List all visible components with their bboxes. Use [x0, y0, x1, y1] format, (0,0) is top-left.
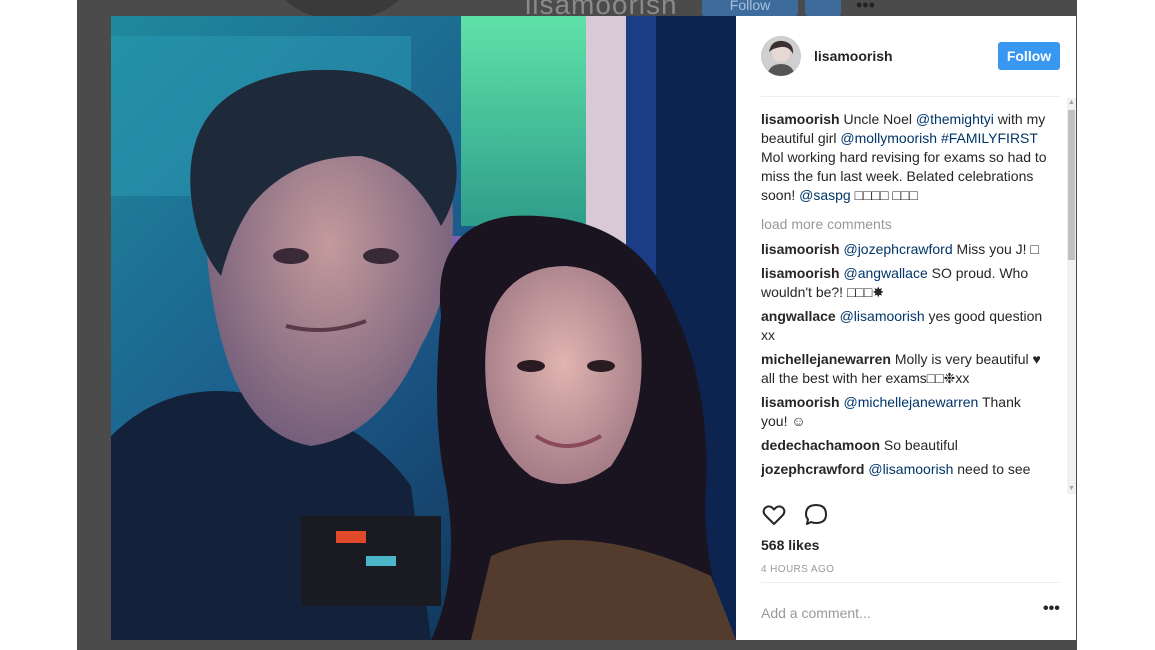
comments-list[interactable]: lisamoorish Uncle Noel @themightyi with …	[761, 110, 1049, 494]
mention-link[interactable]: @lisamoorish	[840, 308, 925, 324]
comment-username[interactable]: dedechachamoon	[761, 437, 880, 453]
background-follow-button: Follow	[702, 0, 798, 16]
photo-image	[111, 16, 736, 640]
load-more-comments-link[interactable]: load more comments	[761, 215, 1049, 234]
comment-item: dedechachamoon So beautiful	[761, 436, 1049, 455]
more-options-icon[interactable]: •••	[1043, 600, 1060, 618]
comment-username[interactable]: jozephcrawford	[761, 461, 864, 477]
comment-item: lisamoorish @angwallace SO proud. Who wo…	[761, 264, 1049, 302]
likes-count[interactable]: 568 likes	[761, 537, 819, 553]
background-username: lisamoorish	[525, 0, 678, 16]
comment-text: So beautiful	[880, 437, 958, 453]
post-username[interactable]: lisamoorish	[814, 48, 893, 64]
background-more-icon: •••	[856, 0, 875, 15]
comment-text: □□□□ □□□	[850, 187, 918, 203]
comment-item: angwallace @lisamoorish yes good questio…	[761, 307, 1049, 345]
mention-link[interactable]: @themightyi	[916, 111, 994, 127]
follow-button[interactable]: Follow	[998, 42, 1060, 70]
comment-username[interactable]: michellejanewarren	[761, 351, 891, 367]
comment-item: lisamoorish @jozephcrawford Miss you J! …	[761, 240, 1049, 259]
mention-link[interactable]: @angwallace	[843, 265, 927, 281]
comment-text: Miss you J! □	[952, 241, 1039, 257]
like-heart-icon[interactable]	[761, 502, 789, 530]
comment-text: Uncle Noel	[839, 111, 916, 127]
mention-link[interactable]: @saspg	[799, 187, 851, 203]
mention-link[interactable]: @mollymoorish	[840, 130, 937, 146]
mention-link[interactable]: #FAMILYFIRST	[941, 130, 1038, 146]
post-photo[interactable]	[111, 16, 736, 640]
header-divider	[761, 96, 1060, 97]
post-actions	[761, 502, 1060, 532]
comment-divider	[761, 582, 1060, 583]
scroll-up-arrow-icon[interactable]: ▲	[1067, 98, 1076, 108]
comment-username[interactable]: angwallace	[761, 308, 836, 324]
comment-username[interactable]: lisamoorish	[761, 111, 840, 127]
comment-username[interactable]: lisamoorish	[761, 394, 840, 410]
comment-text: need to see	[953, 461, 1031, 477]
comment-username[interactable]: lisamoorish	[761, 265, 840, 281]
post-header: lisamoorish Follow	[736, 16, 1076, 96]
comment-bubble-icon[interactable]	[803, 502, 831, 530]
mention-link[interactable]: @lisamoorish	[868, 461, 953, 477]
mention-link[interactable]: @jozephcrawford	[843, 241, 952, 257]
mention-link[interactable]: @michellejanewarren	[843, 394, 978, 410]
post-timestamp: 4 HOURS AGO	[761, 564, 835, 575]
post-details-panel: lisamoorish Follow lisamoorish Uncle Noe…	[736, 16, 1076, 640]
user-avatar[interactable]	[761, 36, 801, 76]
avatar-image	[761, 36, 801, 76]
scroll-down-arrow-icon[interactable]: ▼	[1067, 484, 1076, 494]
comment-username[interactable]: lisamoorish	[761, 241, 840, 257]
comment-item: lisamoorish @michellejanewarren Thank yo…	[761, 393, 1049, 431]
post-caption: lisamoorish Uncle Noel @themightyi with …	[761, 110, 1049, 205]
scrollbar-thumb[interactable]	[1068, 110, 1075, 260]
background-dropdown-button	[805, 0, 841, 16]
comment-item: jozephcrawford @lisamoorish need to see	[761, 460, 1049, 479]
comments-scrollbar[interactable]: ▲ ▼	[1067, 98, 1076, 494]
add-comment-input[interactable]	[761, 602, 1021, 624]
comment-item: michellejanewarren Molly is very beautif…	[761, 350, 1049, 388]
